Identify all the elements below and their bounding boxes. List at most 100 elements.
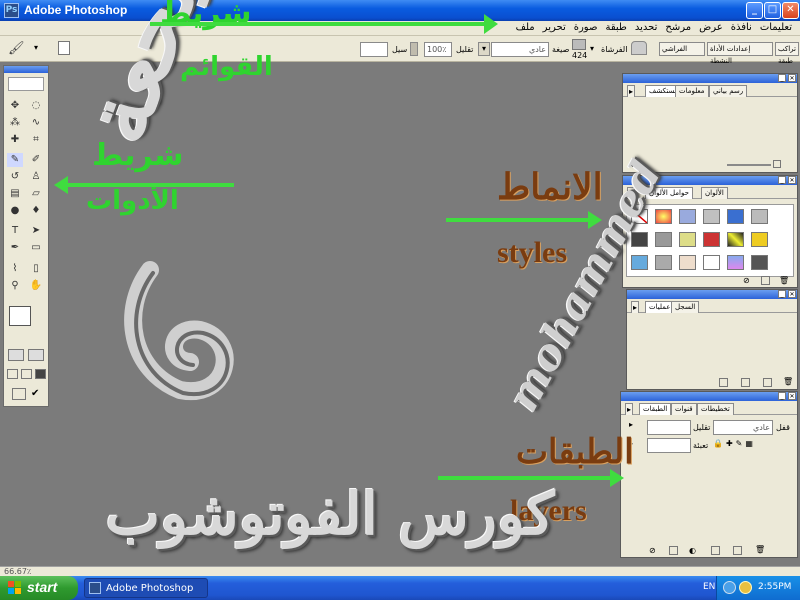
menu-filter[interactable]: مرشح	[665, 22, 691, 33]
tab-actions[interactable]: عمليات	[645, 301, 675, 313]
style-swatch-17[interactable]	[727, 255, 744, 270]
style-swatch-14[interactable]	[655, 255, 672, 270]
quickmask-mode-icon[interactable]	[28, 349, 44, 361]
delete-layer-icon[interactable]: 🗑	[755, 545, 765, 554]
new-layer-icon[interactable]	[733, 546, 742, 555]
zoom-level[interactable]: 66.67٪	[4, 567, 31, 576]
close-button[interactable]: ✕	[782, 2, 799, 19]
navigator-preview[interactable]	[626, 102, 794, 158]
healing-brush-icon[interactable]: ✚	[7, 133, 23, 147]
dodge-tool-icon[interactable]: ●	[7, 204, 23, 218]
palette-tab-layer-comp[interactable]: تراكب طبقة	[775, 42, 799, 65]
menu-file[interactable]: ملف	[516, 22, 535, 33]
menu-view[interactable]: عرض	[699, 22, 723, 33]
eyedropper-icon[interactable]: ⌇	[7, 262, 23, 276]
history-menu-icon[interactable]: ▸	[631, 301, 640, 313]
layer-group-icon[interactable]	[711, 546, 720, 555]
style-swatch-6[interactable]	[751, 209, 768, 224]
menu-edit[interactable]: تحرير	[543, 22, 566, 33]
gradient-tool-icon[interactable]: ▤	[7, 187, 23, 201]
history-list[interactable]	[630, 318, 794, 375]
style-swatch-12[interactable]	[751, 232, 768, 247]
navigator-zoom-slider[interactable]	[727, 164, 771, 166]
style-swatch-16[interactable]	[703, 255, 720, 270]
start-button[interactable]: start	[0, 576, 78, 600]
navigator-header[interactable]: _ ✕	[623, 74, 797, 83]
clock[interactable]: 2:55PM	[758, 582, 791, 592]
taskbar-item-photoshop[interactable]: Adobe Photoshop	[84, 578, 208, 598]
tab-layers[interactable]: الطبقات	[639, 403, 672, 415]
history-close-icon[interactable]: ✕	[788, 290, 796, 298]
layers-minimize-icon[interactable]: _	[778, 392, 786, 400]
lasso-tool-icon[interactable]: ∿	[28, 116, 44, 130]
palette-tab-tool-presets[interactable]: إعدادات الأداة النشطة	[707, 42, 773, 65]
layer-style-icon[interactable]: ⊘	[649, 546, 656, 555]
style-swatch-18[interactable]	[751, 255, 768, 270]
layers-list[interactable]	[624, 455, 794, 543]
layers-menu-icon[interactable]: ▸	[625, 403, 634, 415]
menu-help[interactable]: تعليمات	[760, 22, 792, 33]
style-swatch-5[interactable]	[727, 209, 744, 224]
history-new-state-icon[interactable]	[763, 378, 772, 387]
tab-histogram[interactable]: رسم بياني	[709, 85, 748, 97]
brush-dropdown-icon[interactable]: ▾	[590, 44, 594, 53]
brush-tool-icon[interactable]: ✎	[7, 153, 23, 167]
path-select-icon[interactable]: ➤	[28, 224, 44, 238]
type-tool-icon[interactable]: T	[7, 224, 23, 238]
palette-toggle-icon[interactable]	[58, 41, 70, 55]
marquee-tool-icon[interactable]: ◌	[28, 99, 44, 113]
screen-mode-3-icon[interactable]	[35, 369, 46, 379]
tab-paths[interactable]: تخطيطات	[697, 403, 734, 415]
layers-lock-icons[interactable]: 🔒✚✎▦	[713, 439, 756, 448]
style-swatch-4[interactable]	[703, 209, 720, 224]
magic-wand-icon[interactable]: ⁂	[7, 116, 23, 130]
tab-history[interactable]: السجل	[671, 301, 700, 313]
navigator-minimize-icon[interactable]: _	[778, 74, 786, 82]
history-header[interactable]: _ ✕	[627, 290, 797, 299]
layers-blend-mode-select[interactable]: عادي	[713, 420, 773, 435]
menu-image[interactable]: صورة	[574, 22, 598, 33]
imageready-jump-icon[interactable]	[12, 388, 26, 400]
layer-mask-icon[interactable]	[669, 546, 678, 555]
navigator-menu-icon[interactable]: ▸	[627, 85, 636, 97]
styles-minimize-icon[interactable]: _	[778, 176, 786, 184]
style-swatch-15[interactable]	[679, 255, 696, 270]
brush-tool-icon[interactable]: 🖌	[8, 41, 25, 56]
move-tool-icon[interactable]: ✥	[7, 99, 23, 113]
maximize-button[interactable]: □	[764, 2, 781, 19]
toolbox-header[interactable]	[4, 66, 48, 73]
tool-preset-dropdown-icon[interactable]: ▾	[34, 43, 38, 52]
tab-colors[interactable]: الألوان	[701, 187, 728, 199]
layers-header[interactable]: _ ✕	[621, 392, 797, 401]
style-swatch-8[interactable]	[655, 232, 672, 247]
tab-info[interactable]: معلومات	[675, 85, 709, 97]
styles-trash-icon[interactable]: 🗑	[779, 276, 789, 285]
eraser-tool-icon[interactable]: ▱	[28, 187, 44, 201]
history-new-doc-icon[interactable]	[741, 378, 750, 387]
styles-close-icon[interactable]: ✕	[788, 176, 796, 184]
history-minimize-icon[interactable]: _	[778, 290, 786, 298]
brush-preview-icon[interactable]	[572, 39, 586, 50]
zoom-tool-icon[interactable]: ⚲	[7, 279, 23, 293]
pencil-tool-icon[interactable]: ✐	[28, 153, 44, 167]
palette-tab-brushes[interactable]: الفراشي	[659, 42, 705, 56]
history-trash-icon[interactable]: 🗑	[783, 377, 793, 386]
feather-logo-icon[interactable]	[8, 77, 44, 91]
minimize-button[interactable]: _	[746, 2, 763, 19]
style-swatch-13[interactable]	[631, 255, 648, 270]
flow-arrow-icon[interactable]	[410, 42, 418, 56]
pen-tool-icon[interactable]: ✒	[7, 241, 23, 255]
mode-select[interactable]: عادي	[491, 42, 549, 57]
language-indicator[interactable]: EN	[703, 582, 715, 592]
jump-check-icon[interactable]: ✔	[31, 388, 43, 400]
menu-window[interactable]: نافذة	[731, 22, 752, 33]
layer-adjust-icon[interactable]: ◐	[689, 546, 696, 555]
navigator-zoom-in-icon[interactable]	[773, 160, 781, 168]
mode-dropdown-arrow-icon[interactable]: ▾	[478, 42, 490, 56]
tray-alert-icon[interactable]	[739, 581, 752, 594]
menu-select[interactable]: تحديد	[635, 22, 658, 33]
style-swatch-10[interactable]	[703, 232, 720, 247]
notes-tool-icon[interactable]: ▯	[28, 262, 44, 276]
styles-new-icon[interactable]	[761, 276, 770, 285]
hand-tool-icon[interactable]: ✋	[28, 279, 44, 293]
